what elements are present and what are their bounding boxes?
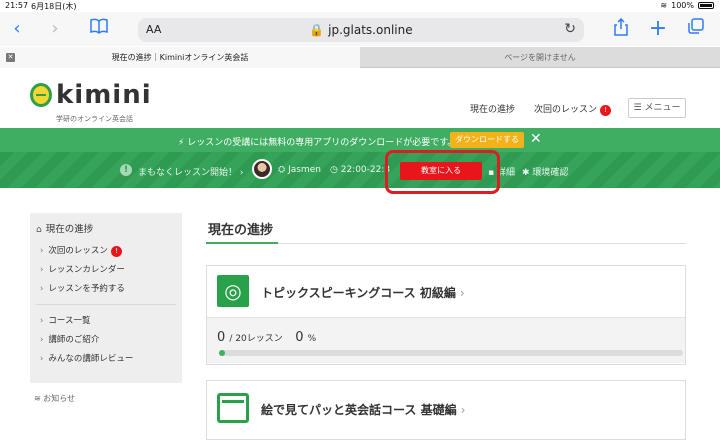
forward-icon[interactable]: › (44, 18, 66, 40)
teacher-avatar[interactable] (252, 159, 272, 179)
title-accent (206, 242, 278, 244)
sidebar-item-courses[interactable]: › コース一覧 (40, 314, 90, 326)
env-check-link[interactable]: ✱ 環境確認 (522, 165, 568, 178)
progress-bar (219, 350, 683, 356)
new-tab-icon[interactable]: + (647, 18, 669, 40)
progress-fill (219, 350, 225, 356)
close-icon[interactable]: ✕ (530, 131, 542, 147)
kimini-logo[interactable]: kimini (30, 80, 152, 110)
course-header[interactable]: ◎ トピックスピーキングコース 初級編 › (207, 266, 685, 318)
chevron-right-icon: › (40, 354, 44, 364)
tab-kimini[interactable]: ✕ 現在の進捗｜Kiminiオンライン英会話 (0, 47, 360, 68)
progress-text: 0 / 20レッスン 0 % (217, 330, 317, 345)
bookmarks-icon[interactable] (88, 18, 110, 40)
teacher-name: ⛭ Jasmen (278, 165, 321, 175)
download-banner: ⚡ レッスンの受講には無料の専用アプリのダウンロードが必要です。 ダウンロードす… (0, 128, 720, 152)
address-bar[interactable]: AA 🔒 jp.glats.online ↻ (138, 18, 584, 42)
lesson-notice: まもなくレッスン開始！ › (138, 168, 244, 178)
upcoming-lesson-bar: ! まもなくレッスン開始！ › ⛭ Jasmen ◷ 22:00-22:3 教室… (0, 152, 720, 188)
course-title[interactable]: トピックスピーキングコース 初級編 › (261, 284, 465, 301)
site-header: kimini 学研のオンライン英会話 現在の進捗 次回のレッスン! ☰ メニュー (0, 68, 720, 128)
page-title: 現在の進捗 (208, 223, 274, 238)
download-message: ⚡ レッスンの受講には無料の専用アプリのダウンロードが必要です。 (178, 138, 457, 148)
sidebar-item-reviews[interactable]: › みんなの講師レビュー (40, 352, 133, 364)
highlight-annotation (385, 150, 500, 194)
sidebar-title[interactable]: ⌂ 現在の進捗 (36, 221, 93, 235)
sidebar-item-calendar[interactable]: › レッスンカレンダー (40, 263, 125, 275)
browser-toolbar: ‹ › AA 🔒 jp.glats.online ↻ + (0, 12, 720, 46)
nav-next-lesson[interactable]: 次回のレッスン! (534, 102, 612, 116)
course-card[interactable]: ◎ トピックスピーキングコース 初級編 › 0 / 20レッスン 0 % (206, 265, 686, 365)
chevron-right-icon: › (40, 335, 44, 345)
status-right: ≋ 100% (660, 1, 714, 10)
sidebar-divider (36, 304, 176, 305)
tab-strip: ✕ 現在の進捗｜Kiminiオンライン英会話 ページを開けません (0, 47, 720, 68)
logo-subtitle: 学研のオンライン英会話 (56, 115, 133, 123)
wifi-icon: ≋ (660, 1, 668, 10)
chevron-right-icon: › (40, 284, 44, 294)
lesson-time: ◷ 22:00-22:3 (330, 165, 391, 175)
topic-speaking-icon: ◎ (217, 275, 249, 307)
sidebar-item-next-lesson[interactable]: › 次回のレッスン! (40, 244, 122, 257)
menu-button[interactable]: ☰ メニュー (628, 98, 686, 118)
info-icon: ! (120, 164, 132, 176)
course-title[interactable]: 絵で見てパッと英会話コース 基礎編 › (261, 401, 465, 418)
share-icon[interactable] (610, 17, 632, 40)
url-text: 🔒 jp.glats.online (309, 23, 413, 37)
sidebar-item-teachers[interactable]: › 講師のご紹介 (40, 333, 99, 345)
status-date: 6月18日(木) (31, 2, 77, 11)
close-tab-icon[interactable]: ✕ (6, 53, 15, 62)
lock-icon: 🔒 (309, 23, 325, 37)
calendar-icon (217, 393, 249, 423)
sidebar: ⌂ 現在の進捗 › 次回のレッスン! › レッスンカレンダー › レッスンを予約する ›… (30, 213, 182, 383)
course-progress: 0 / 20レッスン 0 % (207, 318, 685, 363)
tabs-overview-icon[interactable] (685, 18, 707, 40)
chevron-right-icon: › (40, 246, 44, 256)
download-button[interactable]: ダウンロードする (450, 132, 524, 148)
battery-icon (698, 2, 714, 9)
title-divider (206, 243, 686, 244)
alert-badge: ! (110, 246, 122, 257)
back-icon[interactable]: ‹ (6, 18, 28, 40)
home-icon: ⌂ (36, 225, 42, 235)
sidebar-item-reserve[interactable]: › レッスンを予約する (40, 282, 125, 294)
rss-icon: ≋ (34, 394, 41, 403)
reload-icon[interactable]: ↻ (564, 21, 576, 37)
alert-badge: ! (600, 105, 612, 116)
status-bar: 21:57 6月18日(木) ≋ 100% (0, 0, 720, 12)
tab-error[interactable]: ページを開けません (360, 47, 720, 68)
logo-mark-icon (30, 83, 52, 107)
course-card[interactable]: 絵で見てパッと英会話コース 基礎編 › (206, 380, 686, 440)
battery-percent: 100% (671, 1, 694, 10)
chevron-right-icon: › (40, 316, 44, 326)
news-heading[interactable]: ≋ お知らせ (34, 393, 75, 404)
chevron-right-icon: › (40, 265, 44, 275)
nav-progress[interactable]: 現在の進捗 (470, 102, 515, 115)
status-time: 21:57 (5, 1, 29, 10)
